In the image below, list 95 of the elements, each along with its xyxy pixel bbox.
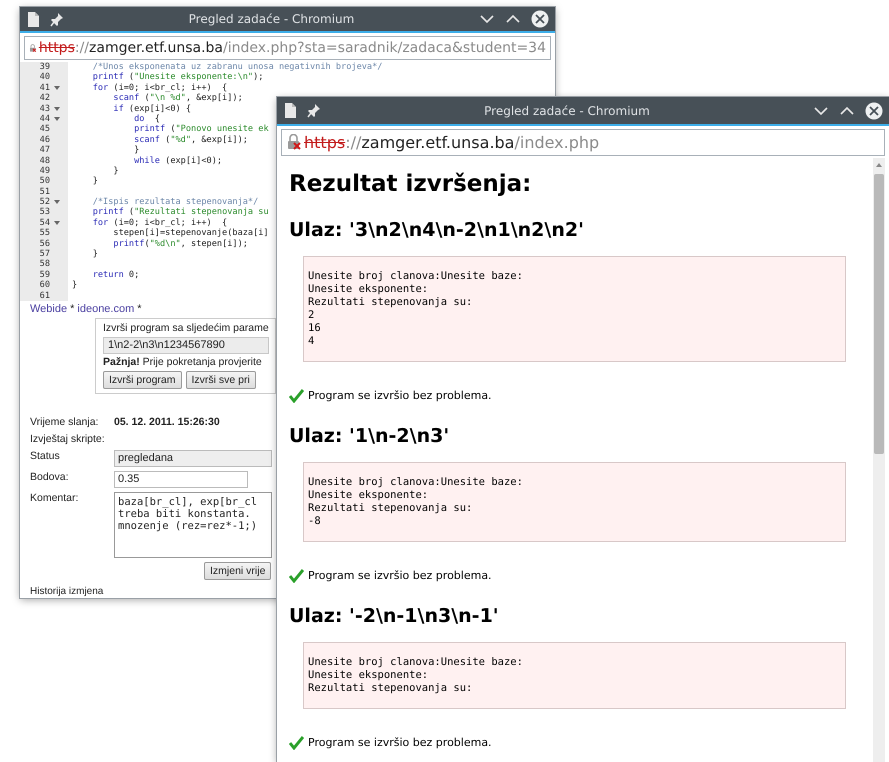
line-number: 47 [38,145,50,156]
field-label: Izvještaj skripte: [30,432,105,446]
field-label: Komentar: [30,492,80,505]
code-line: } [92,249,98,260]
code-line: for (i=0; i<br_cl; i++) { [92,218,228,228]
status-text: Program se izvršio bez problema. [308,568,492,584]
code-line: printf("%d\n", stepen[i]); [112,238,248,249]
code-line: printf ("Unesite eksponente:\n"); [92,72,264,82]
separator-text: * [70,302,74,316]
broken-lock-icon [286,134,302,151]
tool-link[interactable]: ideone.com [77,302,134,316]
code-line: printf ("Rezultati stepenovanja su [92,207,269,218]
fold-caret-icon[interactable] [54,117,60,122]
scrollbar[interactable] [873,158,885,762]
status-text: Program se izvršio bez problema. [308,388,492,404]
code-line: } [72,280,78,290]
line-number: 57 [38,249,50,260]
parameters-field[interactable]: 1\n2-2\n3\n1234567890 [103,336,269,354]
code-line: do { [133,114,160,124]
line-number: 61 [38,290,50,301]
line-number: 40 [38,72,50,83]
field-label: Status [30,450,61,463]
code-line: return 0; [92,270,140,280]
document-icon [26,10,40,28]
line-number: 49 [38,166,50,176]
address-bar[interactable]: https://zamger.etf.unsa.ba/index.php [281,129,885,156]
field-value: 05. 12. 2011. 15:26:30 [114,416,221,429]
code-line: if (exp[i]<0) { [112,104,192,114]
check-icon [289,736,304,750]
line-number: 54 [38,218,50,228]
code-line: scanf ("%d", &exp[i]); [133,134,248,145]
line-number: 51 [38,186,50,198]
code-line: printf ("Ponovo unesite ek [133,124,269,134]
status-dropdown[interactable]: pregledana [114,450,272,467]
code-line: } [133,145,140,156]
warning-text: Pažnja! Prije pokretanja provjerite [103,356,263,369]
document-icon [283,102,297,119]
code-line: /*Unos eksponenata uz zabranu unosa negativnih brojeva*/ [92,62,382,72]
pin-icon[interactable] [307,103,321,118]
window-title: Pregled zadaće - Chromium [188,12,356,26]
line-number: 52 [38,197,50,208]
code-line: /*Ispis rezultata stepenovanja*/ [92,197,258,208]
run-button[interactable]: Izvrši sve pri [186,370,256,389]
field-label: Vrijeme slanja: [30,416,100,429]
program-output: Unesite broj clanova:Unesite baze: Unesite eksponente: Rezultati stepenovanja su: [303,642,846,709]
url-text: https://zamger.etf.unsa.ba/index.php [304,133,600,152]
line-number: 42 [38,93,50,104]
run-button[interactable]: Izvrši program [103,370,182,389]
fold-caret-icon[interactable] [54,106,60,111]
code-line: while (exp[i]<0); [133,156,222,166]
points-field[interactable]: 0.35 [114,470,248,488]
separator-text: * [137,302,142,316]
field-label: Bodova: [30,470,70,484]
fold-caret-icon[interactable] [54,200,60,204]
fold-caret-icon[interactable] [54,221,60,226]
line-number: 59 [38,270,50,280]
address-bar[interactable]: https://zamger.etf.unsa.ba/index.php?sta=saradnik/zadaca&student=34 [24,36,551,60]
program-output: Unesite broj clanova:Unesite baze: Unesite eksponente: Rezultati stepenovanja su: 2 16 4 [303,256,846,362]
line-number: 39 [38,62,50,72]
panel-caption: Izvrši program sa sljedećim parame [103,322,270,335]
line-number: 43 [38,104,50,114]
check-icon [289,389,304,403]
code-line: stepen[i]=stepenovanje(baza[i] [112,228,269,238]
page-heading: Rezultat izvršenja: [289,170,532,198]
comment-field[interactable]: baza[br_cl], exp[br_cl treba biti konstanta. mnozenje (rez=rez*-1;) [114,492,272,558]
line-number: 55 [38,228,50,239]
close-button[interactable] [531,10,549,28]
pin-icon[interactable] [50,12,64,26]
tool-link[interactable]: Webide [30,302,68,316]
close-button[interactable] [865,102,883,120]
status-text: Program se izvršio bez problema. [308,735,492,751]
line-number: 53 [38,207,50,218]
code-line: } [112,166,119,176]
code-line: scanf ("\n %d", &exp[i]); [112,93,243,104]
url-text: https://zamger.etf.unsa.ba/index.php?sta=saradnik/zadaca&student=34 [38,40,546,56]
save-button[interactable]: Izmjeni vrije [204,562,272,580]
line-number: 45 [38,124,50,135]
line-number: 44 [38,114,50,124]
line-number: 50 [38,176,50,187]
window-title: Pregled zadaće - Chromium [483,104,651,118]
history-heading: Historija izmjena [30,586,104,597]
line-number: 41 [38,82,50,94]
line-number: 56 [38,238,50,250]
input-heading: Ulaz: '1\n-2\n3' [289,424,450,448]
program-output: Unesite broj clanova:Unesite baze: Unesite eksponente: Rezultati stepenovanja su: -8 [303,462,846,542]
line-number: 48 [38,156,50,166]
input-heading: Ulaz: '-2\n-1\n3\n-1' [289,604,500,628]
input-heading: Ulaz: '3\n2\n4\n-2\n1\n2\n2' [289,218,585,242]
code-line: } [92,176,98,186]
check-icon [289,569,304,583]
line-number: 60 [38,280,50,291]
fold-caret-icon[interactable] [54,86,60,90]
code-line: for (i=0; i<br_cl; i++) { [92,82,228,93]
line-number: 58 [38,259,50,270]
line-number: 46 [38,134,50,146]
